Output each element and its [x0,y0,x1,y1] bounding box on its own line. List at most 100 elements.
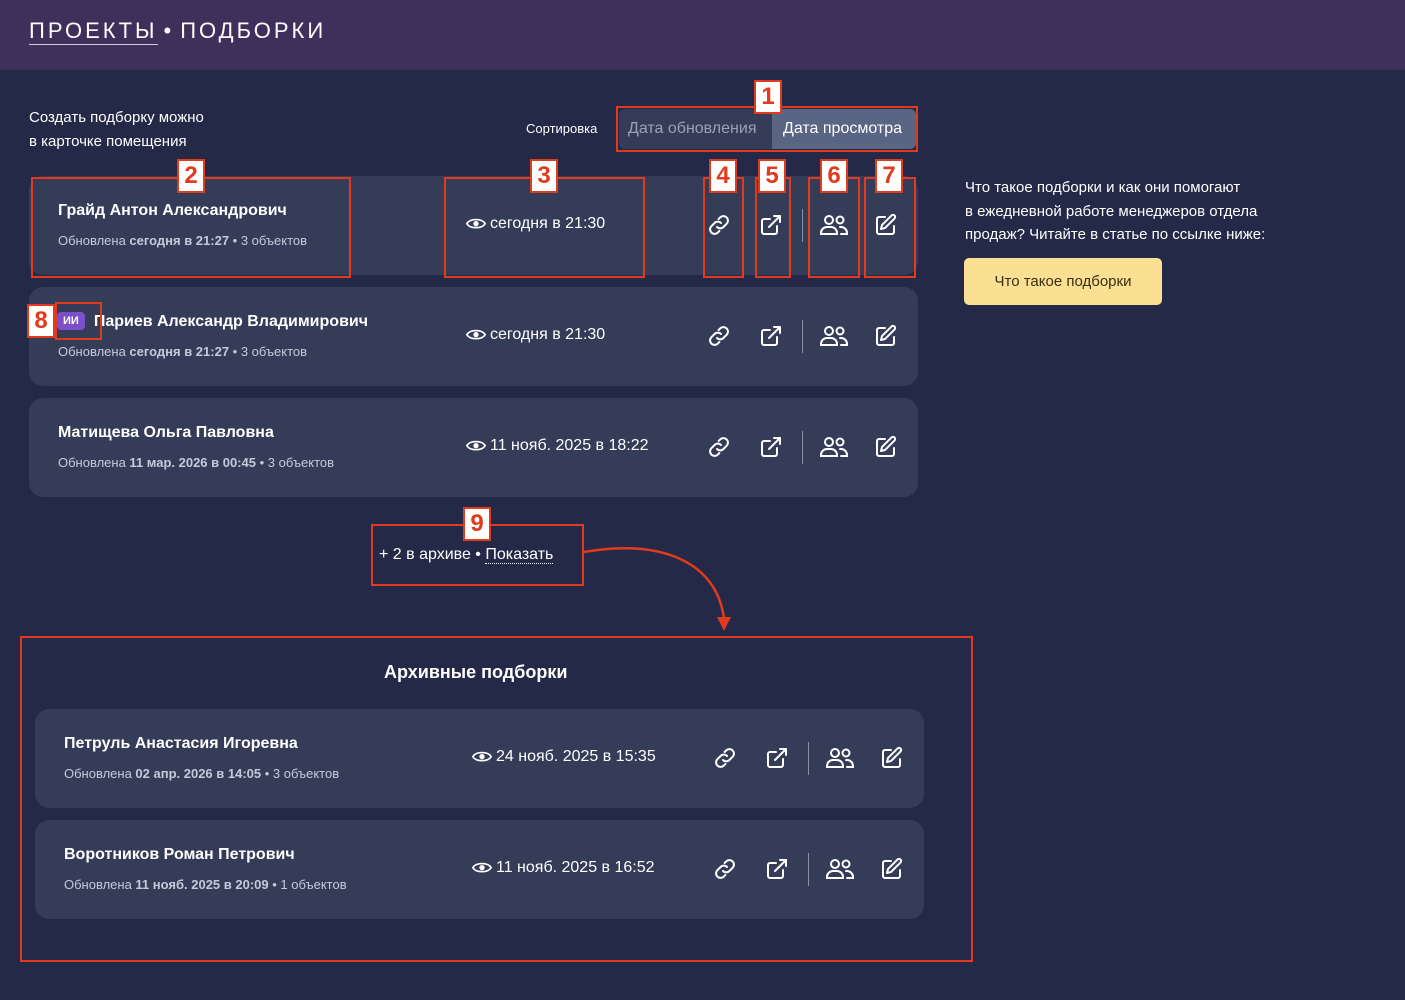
users-icon [826,748,854,768]
last-viewed-text: 24 нояб. 2025 в 15:35 [496,748,656,765]
collection-updated: Обновлена 11 нояб. 2025 в 20:09 • 1 объе… [64,877,347,892]
collection-name[interactable]: Воротников Роман Петрович [64,846,295,864]
eye-icon [465,439,487,453]
collection-card[interactable]: Петруль Анастасия Игоревна Обновлена 02 а… [35,709,924,808]
edit-icon [882,746,903,768]
annotation-label-8: 8 [27,304,55,338]
open-collection-button[interactable] [759,435,783,459]
updated-date: сегодня в 21:27 [129,344,230,359]
annotation-label-5: 5 [758,159,786,193]
open-collection-button[interactable] [765,857,789,881]
collection-card[interactable]: ИИ Париев Александр Владимирович Обновлена… [29,287,918,386]
annotation-label-6: 6 [820,159,848,193]
last-viewed-text: сегодня в 21:30 [490,326,606,343]
what-are-collections-button[interactable]: Что такое подборки [964,258,1162,305]
copy-link-button[interactable] [707,213,731,237]
edit-icon [876,435,897,457]
external-link-icon [761,326,781,346]
copy-link-button[interactable] [707,324,731,348]
last-viewed-text: 11 нояб. 2025 в 16:52 [496,859,655,876]
annotation-label-1: 1 [754,80,782,114]
icon-divider [802,209,803,242]
collection-name[interactable]: Грайд Антон Александрович [58,202,287,220]
object-count: • 3 объектов [229,233,308,248]
sort-label: Сортировка [526,121,598,136]
sort-by-viewed-button[interactable]: Дата просмотра [772,109,916,149]
sidebar-info: Что такое подборки и как они помогают в … [965,176,1305,247]
icon-divider [808,853,809,886]
object-count: • 3 объектов [229,344,308,359]
share-clients-button[interactable] [819,324,849,348]
collection-name-text: Париев Александр Владимирович [93,313,369,330]
annotation-label-4: 4 [709,159,737,193]
updated-prefix: Обновлена [58,233,130,248]
external-link-icon [761,215,781,235]
edit-collection-button[interactable] [874,213,898,237]
share-clients-button[interactable] [825,857,855,881]
copy-link-button[interactable] [707,435,731,459]
create-hint-line1: Создать подборку можно [29,109,204,126]
edit-icon [882,857,903,879]
external-link-icon [767,748,787,768]
last-viewed: 11 нояб. 2025 в 18:22 [465,437,649,455]
collection-card[interactable]: Воротников Роман Петрович Обновлена 11 но… [35,820,924,919]
sort-by-updated-button[interactable]: Дата обновления [619,109,772,149]
create-hint-line2: в карточке помещения [29,133,187,150]
edit-collection-button[interactable] [880,746,904,770]
eye-icon [471,861,493,875]
show-archive-link[interactable]: Показать [485,546,554,564]
collection-name-text: Воротников Роман Петрович [64,846,295,863]
archive-title: Архивные подборки [384,662,568,682]
collection-name[interactable]: Петруль Анастасия Игоревна [64,735,298,753]
updated-prefix: Обновлена [58,344,130,359]
object-count: • 3 объектов [256,455,335,470]
share-clients-button[interactable] [819,213,849,237]
edit-collection-button[interactable] [874,435,898,459]
updated-date: 11 мар. 2026 в 00:45 [129,455,257,470]
users-icon [820,215,848,235]
last-viewed: сегодня в 21:30 [465,326,606,344]
archive-count: + 2 в архиве • [379,546,481,563]
collection-name-text: Петруль Анастасия Игоревна [64,735,298,752]
last-viewed-text: 11 нояб. 2025 в 18:22 [490,437,649,454]
collection-updated: Обновлена 02 апр. 2026 в 14:05 • 3 объек… [64,766,339,781]
archive-toggle: + 2 в архиве • Показать [379,546,554,564]
share-clients-button[interactable] [825,746,855,770]
collection-card[interactable]: Матищева Ольга Павловна Обновлена 11 мар.… [29,398,918,497]
eye-icon [465,217,487,231]
open-collection-button[interactable] [759,324,783,348]
updated-prefix: Обновлена [64,877,136,892]
edit-icon [876,324,897,346]
copy-link-button[interactable] [713,857,737,881]
collection-name[interactable]: ИИ Париев Александр Владимирович [57,312,369,332]
users-icon [820,326,848,346]
link-icon [709,215,729,235]
edit-collection-button[interactable] [880,857,904,881]
eye-icon [465,328,487,342]
updated-prefix: Обновлена [58,455,130,470]
icon-divider [802,431,803,464]
annotation-label-2: 2 [177,159,205,193]
updated-date: 11 нояб. 2025 в 20:09 [135,877,269,892]
open-collection-button[interactable] [765,746,789,770]
share-clients-button[interactable] [819,435,849,459]
icon-divider [808,742,809,775]
collection-name[interactable]: Матищева Ольга Павловна [58,424,274,442]
edit-collection-button[interactable] [874,324,898,348]
updated-prefix: Обновлена [64,766,136,781]
last-viewed-text: сегодня в 21:30 [490,215,606,232]
external-link-icon [767,859,787,879]
eye-icon [471,750,493,764]
last-viewed: 24 нояб. 2025 в 15:35 [471,748,656,766]
link-icon [709,326,729,346]
breadcrumb-projects-link[interactable]: ПРОЕКТЫ [29,18,158,45]
object-count: • 1 объектов [268,877,347,892]
edit-icon [876,213,897,235]
annotation-label-3: 3 [530,159,558,193]
sidebar-info-line3: продаж? Читайте в статье по ссылке ниже: [965,226,1266,243]
last-viewed: сегодня в 21:30 [465,215,606,233]
open-collection-button[interactable] [759,213,783,237]
updated-date: 02 апр. 2026 в 14:05 [135,766,262,781]
copy-link-button[interactable] [713,746,737,770]
create-hint: Создать подборку можно в карточке помеще… [29,106,289,154]
